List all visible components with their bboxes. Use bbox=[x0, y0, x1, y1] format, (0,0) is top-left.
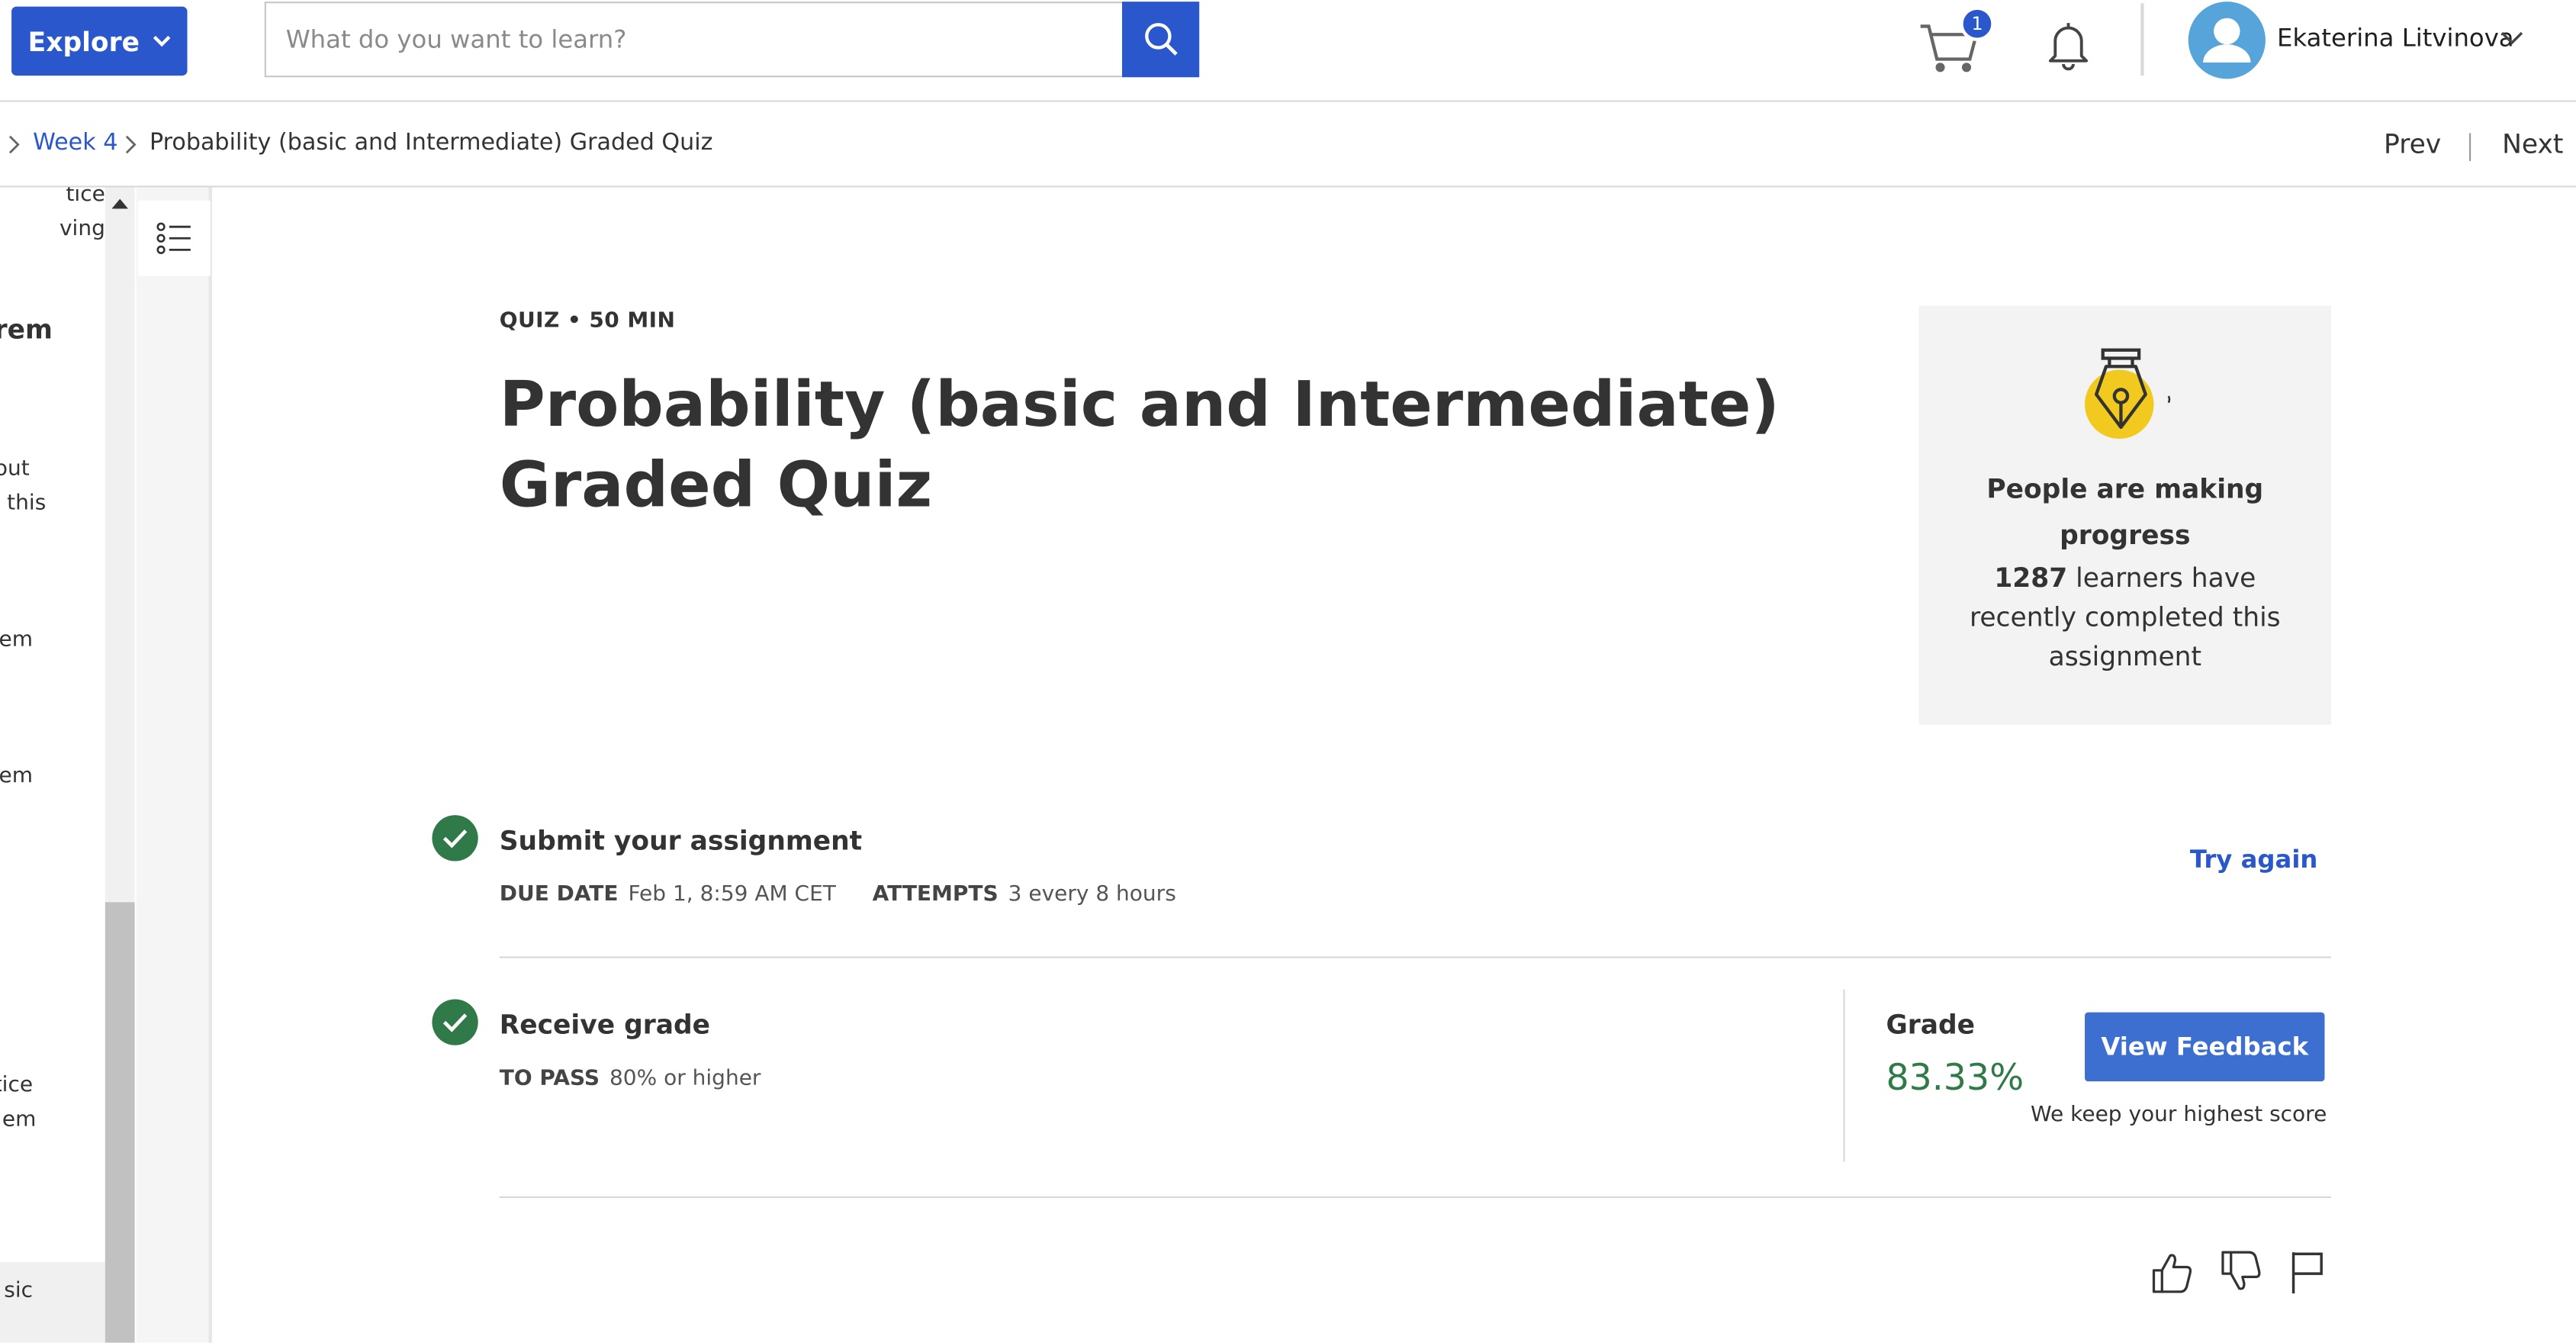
header-divider bbox=[2140, 3, 2144, 76]
sidebar-item-label[interactable]: em bbox=[0, 623, 33, 657]
thumbs-up-icon[interactable] bbox=[2149, 1249, 2195, 1295]
nav-divider bbox=[2469, 133, 2471, 162]
breadcrumb-week-link[interactable]: Week 4 bbox=[33, 130, 117, 156]
grade-label: Grade bbox=[1886, 1009, 1976, 1041]
bell-icon[interactable] bbox=[2041, 17, 2096, 72]
attempts-value: 3 every 8 hours bbox=[1008, 882, 1176, 907]
page-title: Probability (basic and Intermediate) Gra… bbox=[499, 368, 1780, 521]
user-avatar-icon[interactable] bbox=[2188, 2, 2266, 79]
explore-label: Explore bbox=[27, 25, 140, 57]
search-icon bbox=[1143, 21, 1179, 57]
section-divider bbox=[499, 956, 2332, 958]
prev-link[interactable]: Prev bbox=[2384, 128, 2441, 159]
progress-heading: People are making progress bbox=[1986, 473, 2264, 551]
flag-icon[interactable] bbox=[2288, 1249, 2328, 1295]
view-feedback-button[interactable]: View Feedback bbox=[2085, 1012, 2325, 1082]
attempts-label: ATTEMPTS bbox=[872, 882, 999, 907]
chevron-right-icon bbox=[7, 135, 20, 155]
check-icon bbox=[432, 999, 478, 1045]
search-button[interactable] bbox=[1121, 2, 1200, 78]
cart-count-badge: 1 bbox=[1960, 6, 1995, 41]
grade-value: 83.33% bbox=[1886, 1058, 2024, 1100]
sidebar-item-active[interactable]: sic bbox=[0, 1262, 105, 1343]
learner-count: 1287 bbox=[1994, 562, 2068, 594]
thumbs-down-icon[interactable] bbox=[2217, 1249, 2263, 1295]
check-icon bbox=[432, 815, 478, 862]
course-sidebar: tice ving rem out this em em tice em bbox=[0, 187, 105, 1343]
highest-score-note: We keep your highest score bbox=[2030, 1103, 2327, 1128]
receive-grade-title: Receive grade bbox=[499, 1009, 711, 1041]
try-again-link[interactable]: Try again bbox=[2190, 845, 2318, 874]
sidebar-item-label[interactable]: em bbox=[2, 1103, 37, 1137]
progress-text: 1287 learners have recently completed th… bbox=[1968, 559, 2282, 677]
submit-assignment-title: Submit your assignment bbox=[499, 825, 863, 857]
scroll-up-arrow-icon[interactable] bbox=[111, 197, 128, 209]
due-date-row: DUE DATE Feb 1, 8:59 AM CET ATTEMPTS 3 eve… bbox=[500, 883, 1206, 907]
sidebar-item-label[interactable]: rem bbox=[0, 312, 53, 346]
to-pass-label: TO PASS bbox=[499, 1066, 600, 1092]
list-icon[interactable] bbox=[137, 200, 211, 276]
sidebar-item-label[interactable]: tice bbox=[0, 1068, 33, 1103]
explore-button[interactable]: Explore bbox=[11, 6, 188, 76]
breadcrumb-current: Probability (basic and Intermediate) Gra… bbox=[149, 130, 713, 156]
sidebar-item-label: sic bbox=[4, 1278, 34, 1303]
section-divider bbox=[499, 1196, 2332, 1199]
chevron-right-icon bbox=[124, 135, 137, 155]
due-date-value: Feb 1, 8:59 AM CET bbox=[628, 882, 836, 907]
to-pass-row: TO PASS 80% or higher bbox=[500, 1067, 791, 1091]
grade-divider bbox=[1843, 989, 1845, 1162]
sidebar-item-label[interactable]: tice bbox=[66, 188, 105, 212]
chevron-down-icon bbox=[153, 34, 171, 47]
next-link[interactable]: Next bbox=[2502, 128, 2563, 159]
sidebar-toggle-strip bbox=[136, 187, 212, 1343]
sidebar-scroll-thumb[interactable] bbox=[105, 902, 135, 1343]
search-input[interactable] bbox=[264, 2, 1122, 78]
user-name[interactable]: Ekaterina Litvinova bbox=[2277, 23, 2514, 53]
chevron-down-icon[interactable] bbox=[2500, 30, 2523, 47]
due-date-label: DUE DATE bbox=[499, 882, 619, 907]
pen-icon bbox=[2075, 345, 2183, 450]
sidebar-item-label[interactable]: this bbox=[7, 486, 46, 520]
sidebar-item-label[interactable]: out bbox=[0, 452, 30, 486]
sidebar-item-label[interactable]: ving bbox=[59, 212, 105, 246]
to-pass-value: 80% or higher bbox=[609, 1066, 761, 1092]
sidebar-item-label[interactable]: em bbox=[0, 759, 33, 794]
quiz-meta: QUIZ • 50 MIN bbox=[499, 308, 676, 334]
